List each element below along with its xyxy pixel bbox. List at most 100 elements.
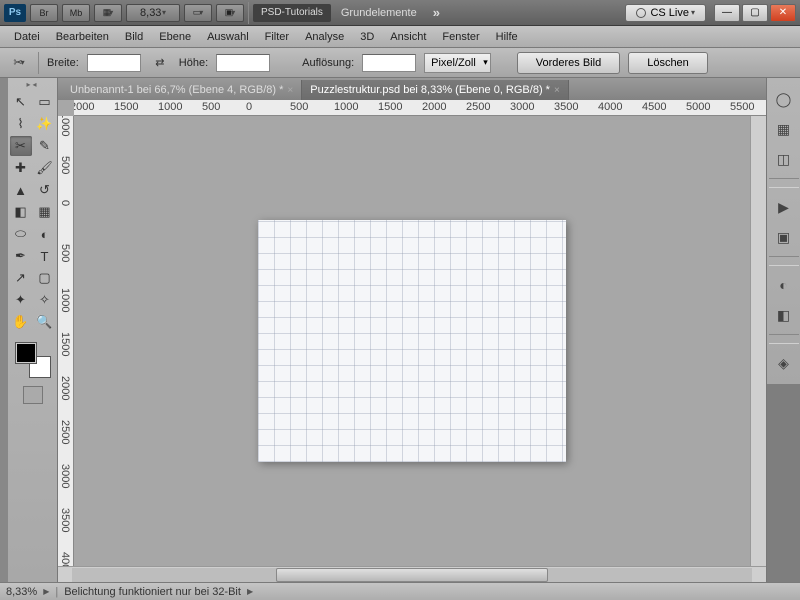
status-hint: Belichtung funktioniert nur bei 32-Bit	[64, 586, 241, 598]
dock-empty	[767, 384, 800, 582]
workspace-option[interactable]: Grundelemente	[335, 7, 423, 19]
window-maximize-button[interactable]: ▢	[742, 4, 768, 22]
zoom-tool[interactable]: 🔍	[34, 312, 56, 332]
document-area: Unbenannt-1 bei 66,7% (Ebene 4, RGB/8) *…	[58, 78, 766, 582]
cslive-button[interactable]: CS Live ▾	[625, 4, 706, 22]
zoom-level-dropdown[interactable]: 8,33 ▾	[126, 4, 180, 22]
resolution-label: Auflösung:	[302, 57, 354, 69]
actions-panel-icon[interactable]: ▣	[772, 225, 796, 249]
color-swatches[interactable]	[15, 342, 51, 378]
pen-tool[interactable]: ✒	[10, 246, 32, 266]
toolbox-handle[interactable]: ▸◂	[10, 80, 56, 88]
resolution-input[interactable]	[362, 54, 416, 72]
menubar: Datei Bearbeiten Bild Ebene Auswahl Filt…	[0, 26, 800, 48]
eyedropper-tool[interactable]: ✎	[34, 136, 56, 156]
menu-analyse[interactable]: Analyse	[297, 29, 352, 45]
document-tab-active[interactable]: Puzzlestruktur.psd bei 8,33% (Ebene 0, R…	[302, 80, 569, 100]
menu-ebene[interactable]: Ebene	[151, 29, 199, 45]
tab-label: Puzzlestruktur.psd bei 8,33% (Ebene 0, R…	[310, 84, 550, 96]
scrollbar-vertical[interactable]	[750, 116, 766, 566]
brush-tool[interactable]: 🖌	[34, 158, 56, 178]
tab-close-icon[interactable]: ×	[287, 85, 293, 96]
scrollbar-thumb[interactable]	[276, 568, 548, 582]
dock-separator	[769, 256, 799, 266]
blur-tool[interactable]: ⬭	[10, 224, 32, 244]
layers-panel-icon[interactable]: ◈	[772, 351, 796, 375]
foreground-color-swatch[interactable]	[15, 342, 37, 364]
right-panel-dock: ◯ ▦ ◫ ▶ ▣ ◐ ◧ ◈	[766, 78, 800, 582]
3d-tool[interactable]: ✦	[10, 290, 32, 310]
quick-mask-toggle[interactable]	[23, 386, 43, 404]
workspace-selected[interactable]: PSD-Tutorials	[253, 4, 331, 22]
type-tool[interactable]: T	[34, 246, 56, 266]
menu-hilfe[interactable]: Hilfe	[488, 29, 526, 45]
history-brush-tool[interactable]: ↺	[34, 180, 56, 200]
swatches-panel-icon[interactable]: ▦	[772, 117, 796, 141]
document-tab-inactive[interactable]: Unbenannt-1 bei 66,7% (Ebene 4, RGB/8) *…	[62, 80, 302, 100]
bridge-button[interactable]: Br	[30, 4, 58, 22]
menu-3d[interactable]: 3D	[352, 29, 382, 45]
3d-camera-tool[interactable]: ✧	[34, 290, 56, 310]
path-select-tool[interactable]: ↗	[10, 268, 32, 288]
lasso-tool[interactable]: ⌇	[10, 114, 32, 134]
app-logo-icon[interactable]: Ps	[4, 4, 26, 22]
window-minimize-button[interactable]: —	[714, 4, 740, 22]
resolution-unit-select[interactable]: Pixel/Zoll	[424, 53, 491, 73]
crop-tool-icon[interactable]: ✂▾	[8, 52, 30, 74]
status-zoom-menu-icon[interactable]: ▶	[43, 587, 49, 596]
main-area: ▸◂ ↖ ▭ ⌇ ✨ ✂ ✎ ✚ 🖌 ▲ ↺ ◧ ▦ ⬭ ◐ ✒ T ↗ ▢ ✦…	[0, 78, 800, 582]
minibridge-button[interactable]: Mb	[62, 4, 90, 22]
adjustments-panel-icon[interactable]: ◐	[772, 273, 796, 297]
front-image-button[interactable]: Vorderes Bild	[517, 52, 620, 74]
status-hint-menu-icon[interactable]: ▶	[247, 587, 253, 596]
tab-close-icon[interactable]: ×	[554, 85, 560, 96]
color-panel-icon[interactable]: ◯	[772, 87, 796, 111]
document-tabs: Unbenannt-1 bei 66,7% (Ebene 4, RGB/8) *…	[58, 78, 766, 100]
width-input[interactable]	[87, 54, 141, 72]
height-input[interactable]	[216, 54, 270, 72]
separator	[248, 2, 249, 24]
ruler-vertical[interactable]: 100050005001000150020002500300035004000	[58, 116, 74, 566]
hand-tool[interactable]: ✋	[10, 312, 32, 332]
menu-bild[interactable]: Bild	[117, 29, 151, 45]
quick-select-tool[interactable]: ✨	[34, 114, 56, 134]
separator	[38, 52, 39, 74]
stamp-tool[interactable]: ▲	[10, 180, 32, 200]
marquee-tool[interactable]: ▭	[34, 92, 56, 112]
workspace-more-icon[interactable]: »	[427, 5, 446, 20]
window-close-button[interactable]: ✕	[770, 4, 796, 22]
dock-separator	[769, 334, 799, 344]
history-panel-icon[interactable]: ▶	[772, 195, 796, 219]
menu-fenster[interactable]: Fenster	[434, 29, 487, 45]
arrange-documents-dropdown[interactable]: ▭▾	[184, 4, 212, 22]
healing-tool[interactable]: ✚	[10, 158, 32, 178]
view-extras-dropdown[interactable]: ▦▾	[94, 4, 122, 22]
titlebar: Ps Br Mb ▦▾ 8,33 ▾ ▭▾ ▣▾ PSD-Tutorials G…	[0, 0, 800, 26]
dock-separator	[769, 178, 799, 188]
menu-datei[interactable]: Datei	[6, 29, 48, 45]
move-tool[interactable]: ↖	[10, 92, 32, 112]
menu-filter[interactable]: Filter	[257, 29, 297, 45]
crop-tool[interactable]: ✂	[10, 136, 32, 156]
eraser-tool[interactable]: ◧	[10, 202, 32, 222]
menu-bearbeiten[interactable]: Bearbeiten	[48, 29, 117, 45]
canvas-viewport[interactable]	[74, 116, 750, 566]
gradient-tool[interactable]: ▦	[34, 202, 56, 222]
ruler-horizontal[interactable]: 2000150010005000500100015002000250030003…	[74, 100, 766, 116]
tab-label: Unbenannt-1 bei 66,7% (Ebene 4, RGB/8) *	[70, 84, 283, 96]
dodge-tool[interactable]: ◐	[34, 224, 56, 244]
menu-auswahl[interactable]: Auswahl	[199, 29, 257, 45]
document-canvas[interactable]	[258, 220, 566, 462]
swap-dimensions-icon[interactable]: ⇄	[149, 52, 171, 74]
clear-button[interactable]: Löschen	[628, 52, 708, 74]
scrollbar-horizontal[interactable]	[58, 566, 766, 582]
styles-panel-icon[interactable]: ◫	[772, 147, 796, 171]
statusbar: 8,33% ▶ | Belichtung funktioniert nur be…	[0, 582, 800, 600]
menu-ansicht[interactable]: Ansicht	[382, 29, 434, 45]
shape-tool[interactable]: ▢	[34, 268, 56, 288]
options-bar: ✂▾ Breite: ⇄ Höhe: Auflösung: Pixel/Zoll…	[0, 48, 800, 78]
screen-mode-dropdown[interactable]: ▣▾	[216, 4, 244, 22]
status-zoom[interactable]: 8,33%	[6, 586, 37, 598]
masks-panel-icon[interactable]: ◧	[772, 303, 796, 327]
puzzle-texture	[258, 220, 566, 462]
